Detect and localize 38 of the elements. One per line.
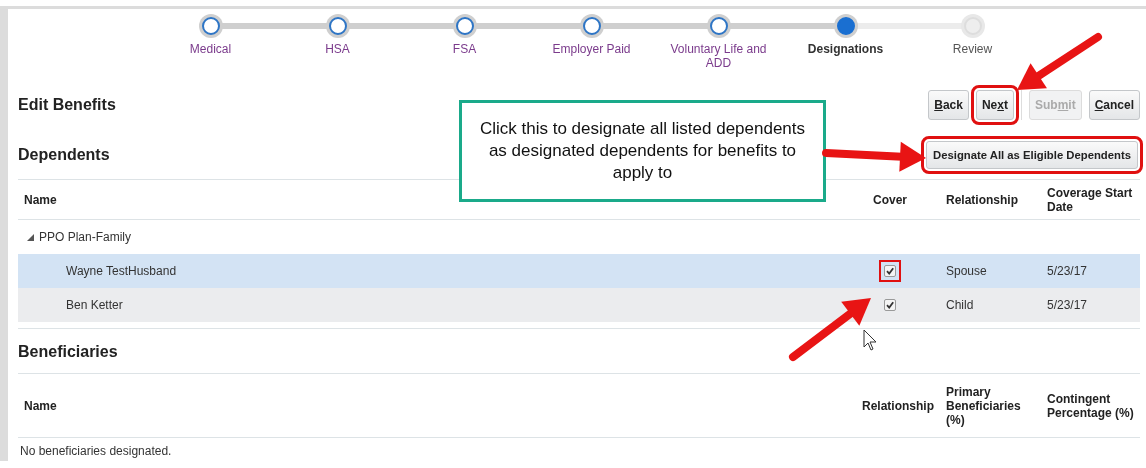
table-cell: Ben Ketter [18, 288, 840, 322]
column-header: Name [18, 374, 840, 438]
column-header: Relationship [840, 374, 940, 438]
step-marker[interactable] [455, 17, 474, 35]
column-header: Cover [840, 180, 940, 220]
table-cell: 5/23/17 [1041, 288, 1140, 322]
table-cell: 5/23/17 [1041, 254, 1140, 288]
section-title: Beneficiaries [18, 343, 118, 361]
step-marker[interactable] [582, 17, 601, 35]
table-cell: Wayne TestHusband [18, 254, 840, 288]
column-header: Coverage Start Date [1041, 180, 1140, 220]
step-label[interactable]: Medical [155, 42, 266, 56]
step-marker[interactable] [836, 17, 855, 35]
step-marker[interactable] [201, 17, 220, 35]
step-label[interactable]: Voluntary Life and ADD [663, 42, 774, 70]
checkbox[interactable] [884, 265, 896, 277]
toolbar-button[interactable]: Back [928, 90, 969, 120]
column-header: Primary Beneficiaries (%) [940, 374, 1041, 438]
step-label[interactable]: FSA [409, 42, 520, 56]
cursor-icon [863, 329, 877, 351]
toolbar-button[interactable]: Cancel [1088, 90, 1140, 120]
step-label[interactable]: Designations [790, 42, 901, 56]
group-label: PPO Plan-Family [39, 230, 132, 244]
section-title: Dependents [18, 146, 110, 164]
table-cell: Spouse [940, 254, 1041, 288]
column-header: Contingent Percentage (%) [1041, 374, 1140, 438]
collapse-triangle-icon[interactable] [26, 233, 34, 241]
table-cell: Child [940, 288, 1041, 322]
callout-box: Click this to designate all listed dependents as designated dependents for benefits to apply to [459, 100, 826, 202]
page-title: Edit Benefits [18, 96, 116, 114]
empty-message: No beneficiaries designated. [19, 443, 173, 460]
step-label[interactable]: Review [917, 42, 1028, 56]
step-marker[interactable] [328, 17, 347, 35]
step-label[interactable]: Employer Paid [536, 42, 647, 56]
column-header: Relationship [940, 180, 1041, 220]
checkbox[interactable] [884, 299, 896, 311]
step-marker[interactable] [709, 17, 728, 35]
step-label[interactable]: HSA [282, 42, 393, 56]
